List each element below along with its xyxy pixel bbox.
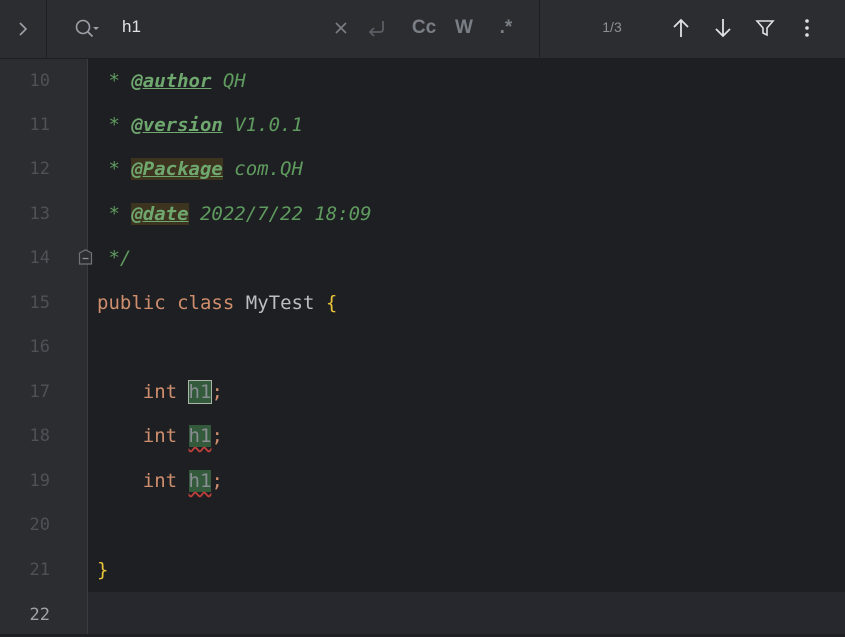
javadoc-tag-highlighted: @Package bbox=[131, 158, 223, 180]
search-history-icon[interactable] bbox=[74, 18, 100, 40]
keyword: class bbox=[177, 292, 235, 314]
code-line-12: * @Package com.QH bbox=[97, 147, 303, 191]
type-keyword: int bbox=[142, 425, 178, 447]
divider bbox=[539, 0, 540, 58]
clear-search-button[interactable] bbox=[331, 14, 351, 42]
words-button[interactable]: W bbox=[451, 14, 477, 42]
more-options-button[interactable] bbox=[794, 15, 820, 41]
code-line-15: public class MyTest { bbox=[97, 281, 337, 325]
expand-replace-toggle[interactable] bbox=[0, 0, 47, 58]
line-number-gutter[interactable]: 10 11 12 13 14 15 16 17 18 19 20 21 22 bbox=[0, 59, 87, 634]
brace: } bbox=[97, 559, 109, 581]
semicolon: ; bbox=[211, 381, 223, 403]
line-number: 16 bbox=[29, 337, 50, 357]
code-line-21: } bbox=[97, 548, 108, 592]
semicolon: ; bbox=[211, 425, 223, 447]
comment-star: * bbox=[97, 70, 132, 92]
comment-text: QH bbox=[211, 70, 246, 92]
close-icon bbox=[335, 22, 347, 34]
next-occurrence-button[interactable] bbox=[710, 15, 736, 41]
code-line-19: int h1; bbox=[97, 459, 223, 503]
match-counter: 1/3 bbox=[602, 19, 622, 35]
line-number: 14 bbox=[29, 248, 50, 268]
search-match: h1 bbox=[188, 470, 212, 492]
javadoc-tag: @author bbox=[131, 70, 212, 92]
line-number: 18 bbox=[29, 426, 50, 446]
brace: { bbox=[325, 292, 338, 314]
more-vertical-icon bbox=[805, 19, 809, 37]
search-match-current: h1 bbox=[187, 380, 213, 404]
current-line-highlight bbox=[0, 592, 845, 634]
gutter-divider bbox=[87, 59, 88, 634]
line-number: 20 bbox=[29, 515, 50, 535]
line-number: 13 bbox=[29, 204, 50, 224]
code-line-13: * @date 2022/7/22 18:09 bbox=[97, 192, 372, 236]
line-number: 15 bbox=[29, 293, 50, 313]
comment-text: 2022/7/22 18:09 bbox=[188, 203, 372, 225]
chevron-right-icon bbox=[19, 22, 28, 36]
type-keyword: int bbox=[142, 470, 178, 492]
class-name: MyTest bbox=[245, 292, 315, 314]
line-number: 10 bbox=[29, 71, 50, 91]
line-number: 19 bbox=[29, 471, 50, 491]
comment-star: * bbox=[97, 158, 132, 180]
line-number: 12 bbox=[29, 159, 50, 179]
arrow-down-icon bbox=[715, 19, 731, 38]
search-input[interactable]: h1 bbox=[122, 17, 141, 37]
previous-occurrence-button[interactable] bbox=[668, 15, 694, 41]
javadoc-tag: @version bbox=[131, 114, 223, 136]
javadoc-tag-highlighted: @date bbox=[131, 203, 189, 225]
type-keyword: int bbox=[142, 381, 178, 403]
filter-button[interactable] bbox=[752, 15, 778, 41]
find-bar: h1 Cc W .* 1/3 bbox=[0, 0, 845, 59]
keyword: public bbox=[97, 292, 166, 314]
search-match: h1 bbox=[188, 425, 212, 447]
new-line-button[interactable] bbox=[364, 14, 390, 42]
comment-end: */ bbox=[97, 247, 132, 269]
code-line-10: * @author QH bbox=[97, 59, 246, 103]
comment-text: V1.0.1 bbox=[222, 114, 303, 136]
line-number: 11 bbox=[29, 115, 50, 135]
code-line-17: int h1; bbox=[97, 370, 223, 414]
comment-star: * bbox=[97, 203, 132, 225]
line-number: 21 bbox=[29, 560, 50, 580]
comment-star: * bbox=[97, 114, 132, 136]
semicolon: ; bbox=[211, 470, 223, 492]
line-number: 17 bbox=[29, 382, 50, 402]
regex-button[interactable]: .* bbox=[493, 14, 519, 42]
fold-icon[interactable] bbox=[78, 249, 93, 265]
current-line-number: 22 bbox=[29, 605, 50, 625]
code-line-11: * @version V1.0.1 bbox=[97, 103, 303, 147]
code-line-14: */ bbox=[97, 236, 131, 280]
code-line-18: int h1; bbox=[97, 414, 223, 458]
comment-text: com.QH bbox=[222, 158, 303, 180]
filter-icon bbox=[755, 20, 775, 37]
newline-icon bbox=[368, 21, 384, 37]
match-case-button[interactable]: Cc bbox=[408, 14, 440, 42]
arrow-up-icon bbox=[673, 18, 689, 37]
